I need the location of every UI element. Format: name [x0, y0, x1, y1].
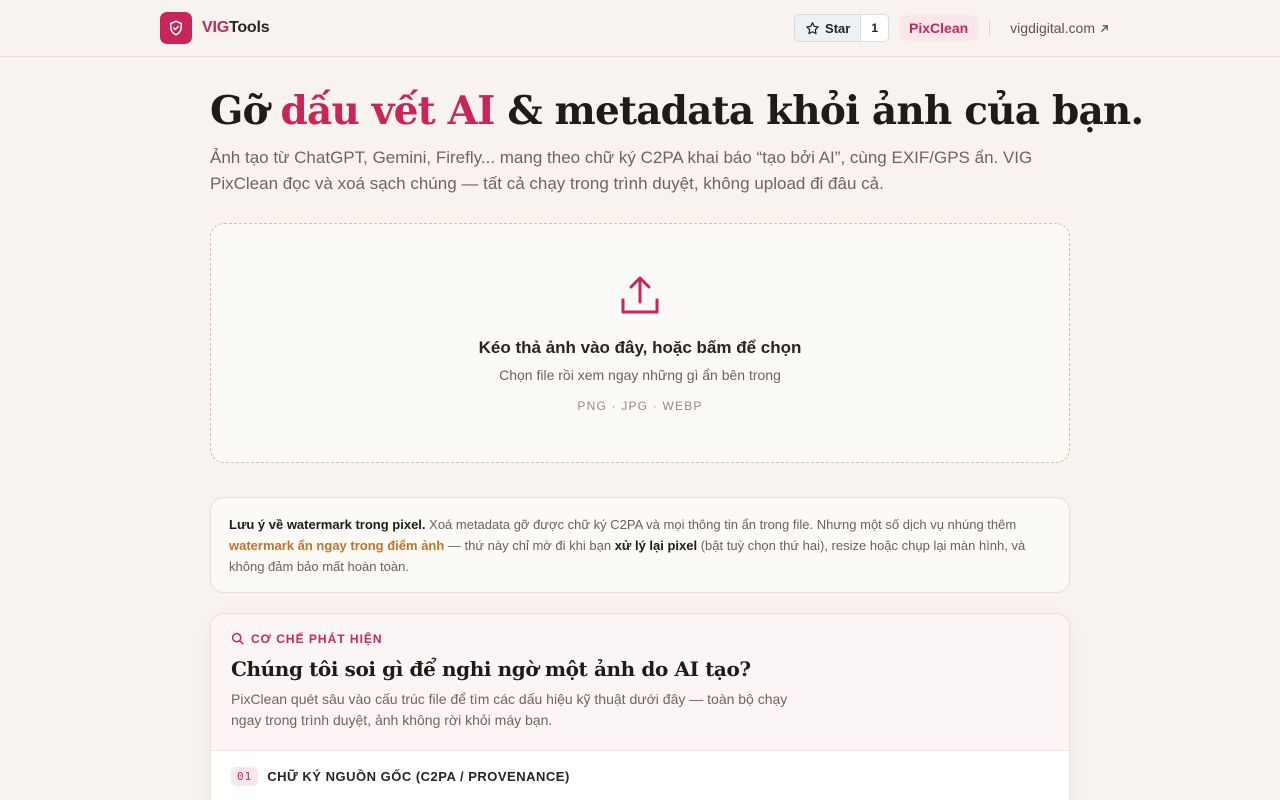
- dropzone-subtitle: Chọn file rồi xem ngay những gì ẩn bên t…: [499, 366, 781, 383]
- search-icon: [231, 633, 244, 645]
- top-nav: Star 1 PixClean vigdigital.com: [794, 14, 1110, 42]
- hero-title-before: Gỡ: [210, 88, 281, 134]
- hero-title-after: & metadata khỏi ảnh của bạn.: [494, 88, 1144, 134]
- notice-emphasis: xử lý lại pixel: [614, 537, 698, 553]
- detection-item-title: CHỮ KÝ NGUỒN GỐC (C2PA / PROVENANCE): [267, 768, 570, 784]
- detection-item-number: 01: [231, 766, 259, 786]
- watermark-notice: Lưu ý về watermark trong pixel. Xoá meta…: [210, 496, 1070, 593]
- hero-subtitle: Ảnh tạo từ ChatGPT, Gemini, Firefly... m…: [210, 147, 1033, 193]
- image-dropzone[interactable]: Kéo thả ảnh vào đây, hoặc bấm để chọn Ch…: [210, 222, 1070, 463]
- brand-name-part2: Tools: [228, 19, 270, 36]
- brand-name: VIGTools: [202, 19, 270, 37]
- external-arrow-icon: [1101, 24, 1108, 32]
- detection-description: PixClean quét sâu vào cấu trúc file để t…: [231, 690, 788, 728]
- vigdigital-link[interactable]: vigdigital.com: [1010, 20, 1110, 36]
- notice-text-2: — thứ này chỉ mờ đi khi bạn: [444, 537, 615, 553]
- notice-highlight: watermark ẩn ngay trong điểm ảnh: [229, 537, 445, 553]
- main-content: Gỡ dấu vết AI & metadata khỏi ảnh của bạ…: [210, 57, 1144, 800]
- brand-logo: [160, 12, 192, 44]
- dropzone-formats: PNG · JPG · WEBP: [577, 398, 703, 413]
- github-star-count[interactable]: 1: [861, 15, 889, 41]
- github-star-label: Star: [825, 20, 851, 36]
- nav-divider: [989, 20, 991, 36]
- detection-eyebrow-label: CƠ CHẾ PHÁT HIỆN: [251, 631, 383, 646]
- brand[interactable]: VIGTools: [160, 12, 270, 44]
- github-star-button[interactable]: Star: [795, 15, 862, 41]
- detection-item[interactable]: 01 CHỮ KÝ NGUỒN GỐC (C2PA / PROVENANCE): [211, 751, 1069, 800]
- hero-title-accent: dấu vết AI: [280, 88, 496, 134]
- notice-lead: Lưu ý về watermark trong pixel.: [229, 516, 426, 532]
- detection-card-header: CƠ CHẾ PHÁT HIỆN Chúng tôi soi gì để ngh…: [211, 613, 1069, 751]
- top-header: VIGTools Star 1 PixClean vigdigital.com: [0, 0, 1280, 57]
- brand-name-part1: VIG: [202, 19, 229, 36]
- vigdigital-link-label: vigdigital.com: [1010, 20, 1095, 36]
- upload-icon: [621, 276, 659, 314]
- dropzone-title: Kéo thả ảnh vào đây, hoặc bấm để chọn: [478, 337, 802, 357]
- detection-eyebrow: CƠ CHẾ PHÁT HIỆN: [231, 632, 1049, 646]
- notice-text-1: Xoá metadata gỡ được chữ ký C2PA và mọi …: [425, 516, 1017, 532]
- github-star-widget[interactable]: Star 1: [794, 14, 890, 42]
- detection-card: CƠ CHẾ PHÁT HIỆN Chúng tôi soi gì để ngh…: [210, 612, 1070, 800]
- detection-title: Chúng tôi soi gì để nghi ngờ một ảnh do …: [231, 656, 751, 681]
- hero-title: Gỡ dấu vết AI & metadata khỏi ảnh của bạ…: [210, 88, 1144, 134]
- shield-check-icon: [170, 20, 182, 36]
- star-icon: [806, 21, 819, 34]
- nav-item-pixclean[interactable]: PixClean: [899, 15, 979, 41]
